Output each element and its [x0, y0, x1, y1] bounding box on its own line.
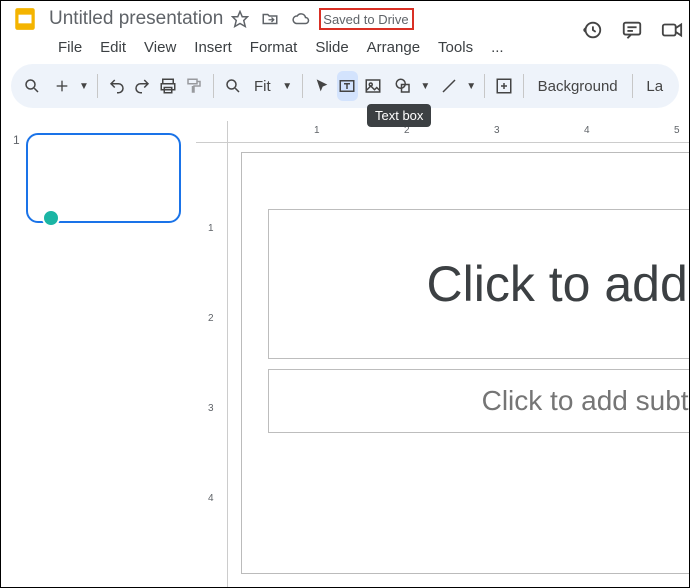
line-tool-button[interactable]: ▼	[434, 71, 476, 101]
insert-comment-button[interactable]	[493, 71, 515, 101]
header-right-tools	[581, 19, 683, 41]
menu-insert[interactable]: Insert	[187, 37, 239, 58]
insert-image-button[interactable]	[362, 71, 384, 101]
print-button[interactable]	[157, 71, 179, 101]
star-icon[interactable]	[231, 10, 253, 28]
paint-format-button[interactable]	[183, 71, 205, 101]
menu-arrange[interactable]: Arrange	[360, 37, 427, 58]
title-placeholder-text: Click to add title	[427, 255, 689, 313]
toolbar-separator	[523, 74, 524, 98]
comment-icon[interactable]	[621, 19, 643, 41]
version-history-icon[interactable]	[581, 19, 603, 41]
textbox-tooltip: Text box	[367, 104, 431, 127]
subtitle-placeholder-text: Click to add subtitle	[482, 385, 689, 417]
move-folder-icon[interactable]	[261, 10, 283, 28]
menu-edit[interactable]: Edit	[93, 37, 133, 58]
slide-thumbnail[interactable]	[26, 133, 181, 223]
toolbar-separator	[213, 74, 214, 98]
menu-file[interactable]: File	[51, 37, 89, 58]
menu-tools[interactable]: Tools	[431, 37, 480, 58]
slide-thumb-1[interactable]: 1	[13, 133, 190, 223]
search-menus-icon[interactable]	[21, 71, 43, 101]
shape-tool-button[interactable]: ▼	[388, 71, 430, 101]
subtitle-placeholder[interactable]: Click to add subtitle	[268, 369, 689, 433]
slide[interactable]: Click to add title Click to add subtitle	[242, 153, 689, 573]
new-slide-button[interactable]: ▼	[47, 71, 89, 101]
redo-button[interactable]	[132, 71, 154, 101]
toolbar: ▼ Fit ▼ ▼ ▼ Background La	[11, 64, 679, 108]
title-placeholder[interactable]: Click to add title	[268, 209, 689, 359]
toolbar-separator	[484, 74, 485, 98]
annotation-highlight	[319, 8, 414, 30]
menu-view[interactable]: View	[137, 37, 183, 58]
zoom-tool-icon[interactable]	[222, 71, 244, 101]
slide-number: 1	[13, 133, 20, 223]
document-title[interactable]: Untitled presentation	[49, 8, 223, 30]
toolbar-separator	[632, 74, 633, 98]
select-tool-button[interactable]	[311, 71, 333, 101]
menu-more[interactable]: ...	[484, 37, 511, 58]
slide-canvas[interactable]: Click to add title Click to add subtitle	[228, 143, 689, 587]
slide-panel[interactable]: 1	[1, 121, 196, 587]
toolbar-separator	[302, 74, 303, 98]
background-button[interactable]: Background	[532, 78, 624, 95]
meet-icon[interactable]	[661, 19, 683, 41]
slides-app-icon[interactable]	[9, 3, 41, 35]
zoom-level[interactable]: Fit	[248, 78, 277, 95]
cloud-status-icon[interactable]	[291, 10, 313, 28]
textbox-tool-button[interactable]	[337, 71, 359, 101]
presence-indicator	[42, 209, 60, 227]
zoom-dropdown-icon[interactable]: ▼	[281, 71, 294, 101]
menu-format[interactable]: Format	[243, 37, 305, 58]
toolbar-separator	[97, 74, 98, 98]
undo-button[interactable]	[106, 71, 128, 101]
menu-slide[interactable]: Slide	[308, 37, 355, 58]
layout-button[interactable]: La	[640, 78, 669, 95]
